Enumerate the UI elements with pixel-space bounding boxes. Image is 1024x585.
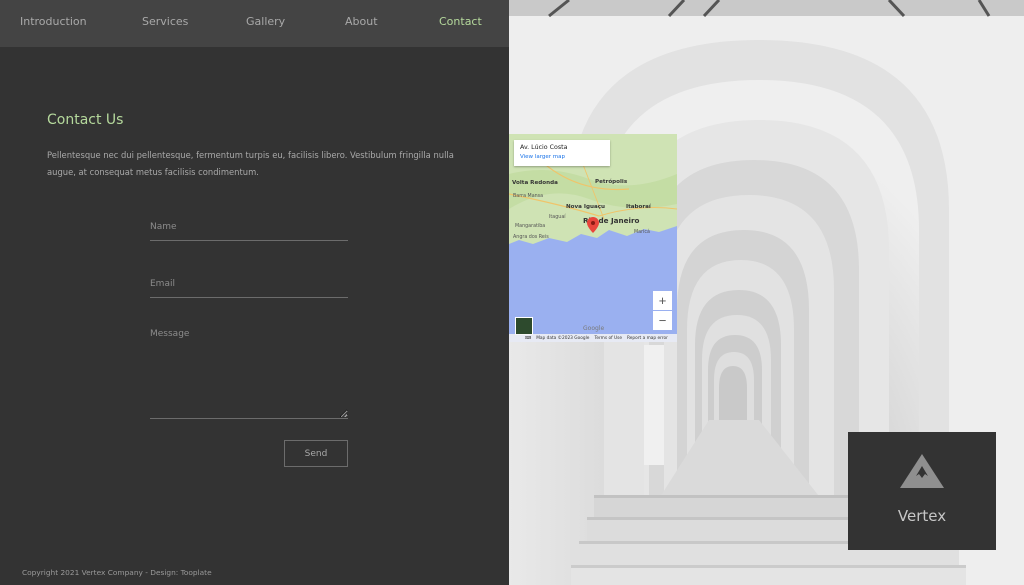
- name-field[interactable]: [150, 214, 348, 241]
- email-field[interactable]: [150, 271, 348, 298]
- google-logo: Google: [583, 325, 605, 332]
- report-error-link[interactable]: Report a map error: [627, 336, 668, 341]
- map-city-label: Volta Redonda: [512, 180, 558, 186]
- message-field[interactable]: [150, 329, 348, 419]
- nav-gallery[interactable]: Gallery: [246, 15, 285, 28]
- contact-description: Pellentesque nec dui pellentesque, ferme…: [47, 150, 454, 177]
- map-town-label: Barra Mansa: [513, 194, 544, 199]
- nav-about[interactable]: About: [345, 15, 378, 28]
- view-larger-map-link[interactable]: View larger map: [520, 154, 565, 160]
- satellite-toggle-thumbnail[interactable]: [515, 317, 533, 335]
- nav-contact[interactable]: Contact: [439, 15, 482, 28]
- mountain-logo-icon: [900, 454, 944, 488]
- contact-panel: Introduction Services Gallery About Cont…: [0, 0, 509, 585]
- map-pin-icon[interactable]: [587, 217, 599, 233]
- map-place-name: Av. Lúcio Costa: [520, 144, 568, 151]
- brand-box: Vertex: [848, 432, 996, 550]
- top-nav: Introduction Services Gallery About Cont…: [0, 0, 509, 47]
- zoom-out-button[interactable]: −: [653, 311, 672, 330]
- map-city-label: Itaboraí: [626, 204, 651, 210]
- map-town-label: Angra dos Reis: [513, 235, 549, 240]
- map-city-label: Petrópolis: [595, 179, 628, 185]
- map-attribution-bar: ⌨ Map data ©2023 Google Terms of Use Rep…: [509, 334, 677, 342]
- send-button[interactable]: Send: [284, 440, 348, 467]
- nav-introduction[interactable]: Introduction: [20, 15, 87, 28]
- keyboard-icon[interactable]: ⌨: [525, 336, 531, 341]
- map-town-label: Itaguaí: [549, 215, 566, 220]
- brand-name: Vertex: [897, 507, 947, 525]
- zoom-in-button[interactable]: +: [653, 291, 672, 310]
- map-embed[interactable]: Petrópolis Volta Redonda Nova Iguaçu Ita…: [509, 134, 677, 342]
- page-title: Contact Us: [47, 112, 124, 128]
- footer-copyright: Copyright 2021 Vertex Company - Design: …: [22, 568, 212, 577]
- map-city-label: Nova Iguaçu: [566, 204, 606, 210]
- map-town-label: Mangaratiba: [515, 224, 546, 229]
- map-attribution: Map data ©2023 Google: [536, 335, 590, 341]
- map-info-card: Av. Lúcio Costa View larger map: [514, 140, 610, 166]
- map-town-label: Maricá: [634, 230, 650, 235]
- nav-services[interactable]: Services: [142, 15, 188, 28]
- terms-link[interactable]: Terms of Use: [594, 336, 622, 341]
